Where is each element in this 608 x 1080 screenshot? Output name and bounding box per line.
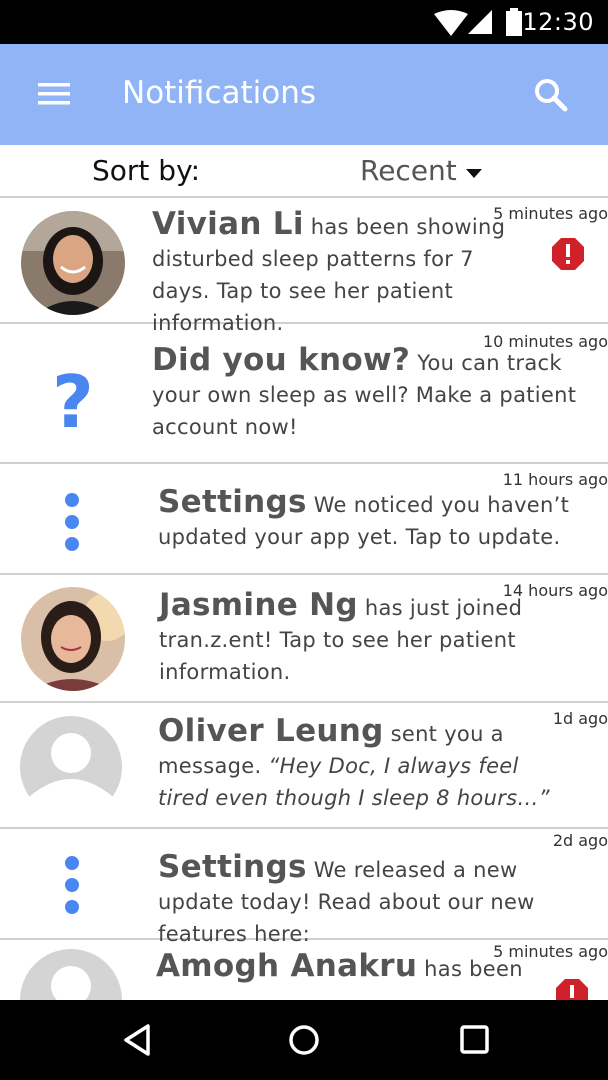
- notification-title: Amogh Anakru: [156, 948, 418, 984]
- notification-text: Jasmine Ng has just joined tran.z.ent! T…: [159, 589, 539, 688]
- alert-icon: [556, 979, 588, 1000]
- notification-item[interactable]: 2d ago Settings We released a new update…: [0, 829, 608, 946]
- notification-item[interactable]: 1d ago Oliver Leung sent you a message. …: [0, 703, 608, 829]
- more-vert-icon: [65, 856, 79, 914]
- search-icon[interactable]: [532, 76, 572, 116]
- back-icon[interactable]: [118, 1020, 158, 1060]
- chevron-down-icon: [466, 169, 482, 178]
- notification-item[interactable]: 5 minutes ago Amogh Anakru has been: [0, 940, 608, 1000]
- home-icon[interactable]: [284, 1020, 324, 1060]
- notification-title: Settings: [158, 484, 307, 520]
- wifi-icon: [434, 10, 468, 36]
- status-time: 12:30: [522, 8, 594, 36]
- notification-text: Did you know? You can track your own sle…: [152, 344, 604, 443]
- notification-time: 1d ago: [552, 709, 608, 728]
- notification-text: Oliver Leung sent you a message. “Hey Do…: [158, 715, 558, 814]
- sort-value: Recent: [360, 154, 457, 187]
- notification-text: Vivian Li has been showing disturbed sle…: [152, 208, 532, 339]
- notification-item[interactable]: ? 10 minutes ago Did you know? You can t…: [0, 324, 608, 464]
- navigation-bar: [0, 1000, 608, 1080]
- avatar: [21, 211, 125, 315]
- notification-text: Amogh Anakru has been: [156, 950, 536, 985]
- hamburger-menu-icon[interactable]: [38, 80, 72, 110]
- page-title: Notifications: [122, 75, 317, 111]
- notification-title: Did you know?: [152, 342, 411, 378]
- avatar: [21, 587, 125, 691]
- notification-item[interactable]: 14 hours ago Jasmine Ng has just joined …: [0, 575, 608, 703]
- notification-title: Settings: [158, 849, 307, 885]
- avatar: [19, 948, 123, 1000]
- avatar: [19, 715, 123, 819]
- app-bar: Notifications: [0, 44, 608, 145]
- sort-dropdown[interactable]: Recent: [358, 149, 498, 193]
- notification-item[interactable]: 5 minutes ago Vivian Li has been showing…: [0, 198, 608, 335]
- notification-body: has been: [417, 957, 523, 981]
- notification-title: Oliver Leung: [158, 713, 384, 749]
- signal-icon: [468, 10, 492, 34]
- alert-icon: [552, 238, 584, 270]
- notification-item[interactable]: 11 hours ago Settings We noticed you hav…: [0, 464, 608, 575]
- notification-time: 2d ago: [552, 831, 608, 850]
- notification-text: Settings We noticed you haven’t updated …: [158, 486, 598, 553]
- status-bar: 12:30: [0, 0, 608, 44]
- notification-title: Jasmine Ng: [159, 587, 358, 623]
- notification-list: 5 minutes ago Vivian Li has been showing…: [0, 198, 608, 1000]
- question-icon: ?: [52, 360, 94, 444]
- notification-title: Vivian Li: [152, 206, 304, 242]
- recents-icon[interactable]: [454, 1020, 494, 1060]
- sort-label: Sort by:: [92, 154, 201, 187]
- sort-bar: Sort by: Recent: [0, 145, 608, 198]
- battery-icon: [506, 8, 522, 36]
- notification-text: Settings We released a new update today!…: [158, 851, 598, 950]
- more-vert-icon: [65, 493, 79, 551]
